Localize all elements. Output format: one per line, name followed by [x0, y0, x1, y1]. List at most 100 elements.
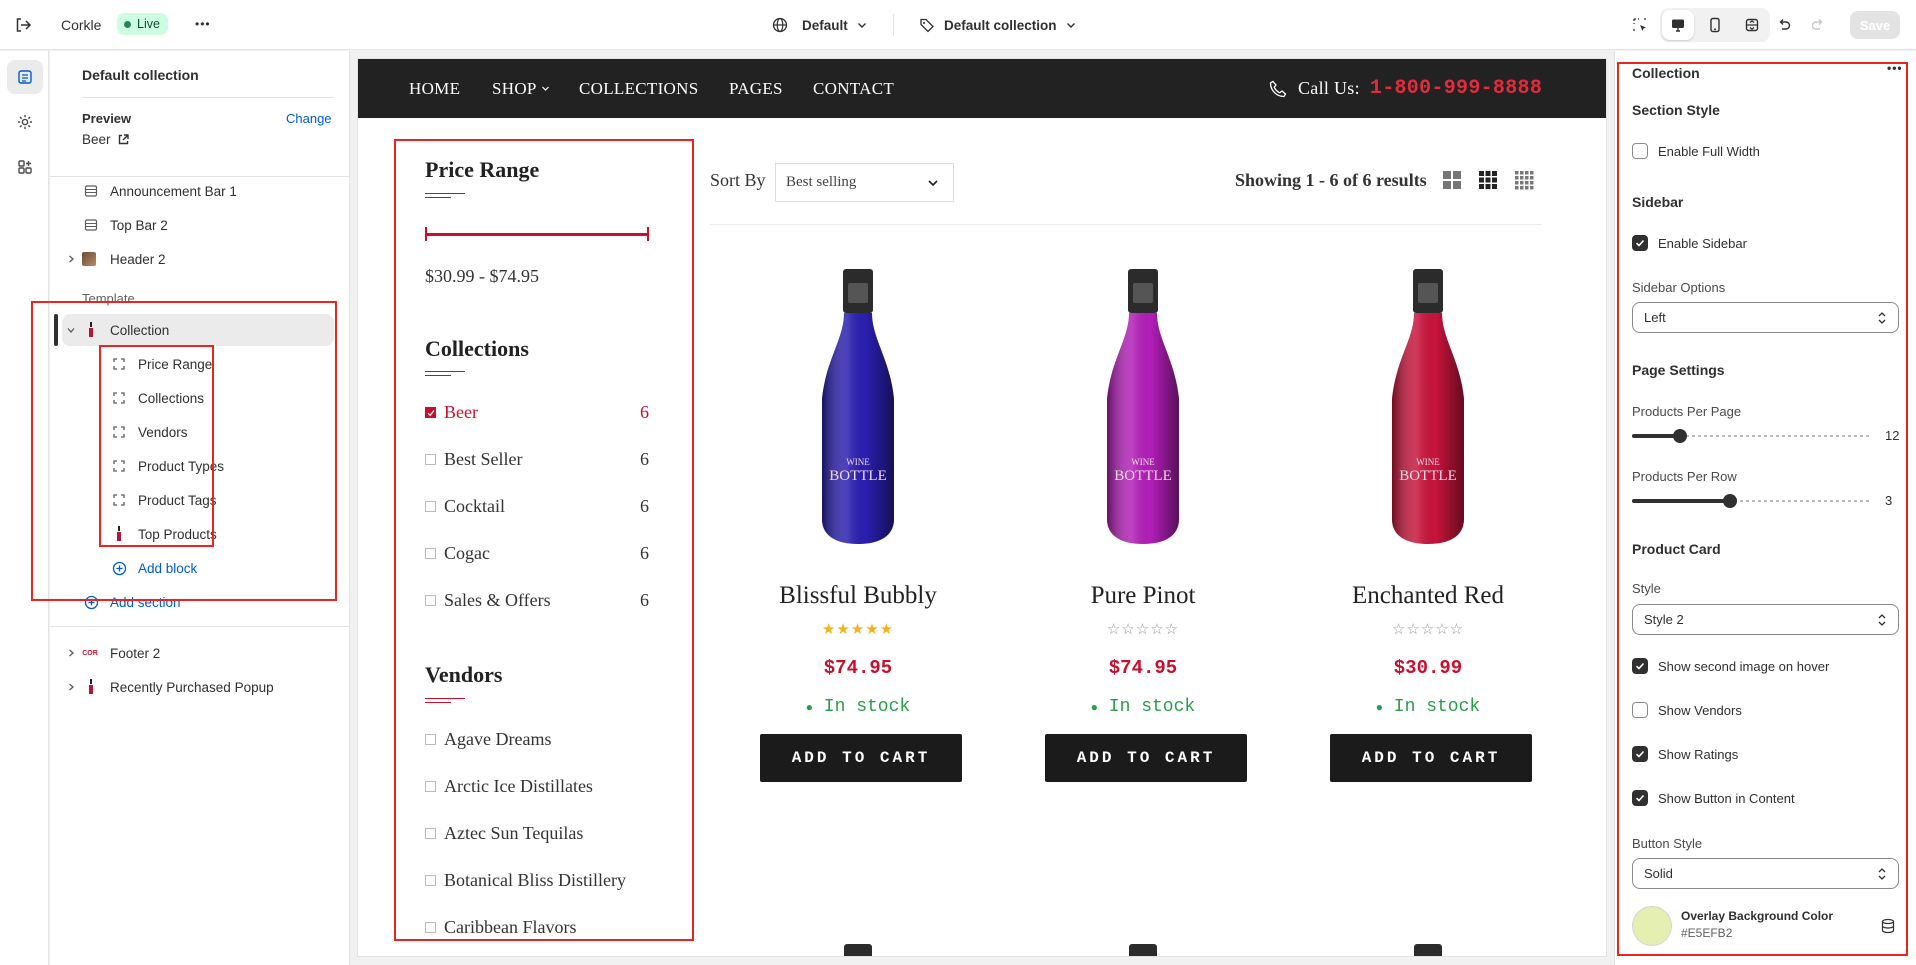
apps-nav-button[interactable] [7, 150, 43, 184]
add-to-cart-button[interactable]: ADD TO CART [760, 734, 962, 782]
add-to-cart-button[interactable]: ADD TO CART [1330, 734, 1532, 782]
inspector-icon[interactable] [1629, 14, 1651, 36]
product-card[interactable]: WINE BOTTLE Pure Pinot ☆☆☆☆☆ $74.95 ● In stoc… [1038, 269, 1248, 956]
star-icon: ☆ [1435, 621, 1450, 638]
star-icon: ★ [821, 621, 837, 638]
section-announcement-bar[interactable]: Announcement Bar 1 [62, 175, 384, 207]
stock-status-label: In stock [1108, 697, 1196, 717]
bottle-label-main: BOTTLE [829, 468, 887, 484]
star-icon: ☆ [1449, 621, 1465, 638]
section-top-bar[interactable]: Top Bar 2 [62, 209, 384, 241]
header-thumbnail-icon [82, 252, 96, 266]
theme-settings-nav-button[interactable] [7, 105, 43, 139]
preview-resource[interactable]: Beer [82, 132, 130, 147]
preview-change-link[interactable]: Change [286, 111, 332, 126]
phone-icon [1269, 80, 1287, 97]
sort-by-label: Sort By [710, 170, 766, 190]
grid-3-view-icon[interactable] [1478, 170, 1498, 190]
product-name[interactable]: Enchanted Red [1323, 582, 1533, 610]
rating-stars: ☆☆☆☆☆ [1038, 620, 1248, 638]
fullscreen-view-button[interactable] [1736, 10, 1768, 40]
section-footer[interactable]: COR Footer 2 [62, 637, 384, 669]
template-selector[interactable]: Default collection [919, 13, 1077, 37]
stock-dot-icon: ● [1375, 701, 1383, 715]
stock-dot-icon: ● [805, 701, 813, 715]
add-to-cart-button[interactable]: ADD TO CART [1045, 734, 1247, 782]
divider [82, 97, 334, 98]
annotation-highlight-sidebar [394, 139, 694, 941]
star-icon: ★ [879, 621, 895, 638]
nav-shop[interactable]: SHOP [492, 59, 550, 118]
section-label: Header 2 [110, 251, 166, 267]
nav-pages[interactable]: PAGES [729, 59, 783, 118]
stock-status: ● In stock [1323, 697, 1533, 717]
product-image[interactable]: WINE BOTTLE [808, 269, 908, 559]
theme-selector-label: Default [802, 17, 848, 33]
desktop-view-button[interactable] [1662, 10, 1694, 40]
next-row-product-image[interactable] [1414, 944, 1442, 956]
template-selector-label: Default collection [944, 17, 1057, 33]
product-card[interactable]: WINE BOTTLE Blissful Bubbly ★★★★★ $74.95 ● In… [753, 269, 963, 956]
save-button[interactable]: Save [1850, 11, 1900, 39]
section-label: Top Bar 2 [110, 217, 168, 233]
chevron-down-icon [541, 86, 549, 91]
phone-number: 1-800-999-8888 [1369, 77, 1543, 100]
star-icon: ☆ [1420, 621, 1436, 638]
status-badge-label: Live [137, 17, 160, 31]
chevron-right-icon[interactable] [62, 250, 80, 268]
next-row-product-image[interactable] [1129, 944, 1157, 956]
bottle-label-main: BOTTLE [1399, 468, 1457, 484]
stock-status-label: In stock [1393, 697, 1481, 717]
toolbar-divider [710, 224, 1542, 225]
live-dot-icon [124, 20, 131, 28]
footer-logo-icon: COR [82, 649, 98, 657]
divider [50, 626, 350, 627]
store-nav: HOME SHOP COLLECTIONS PAGES CONTACT Call… [358, 59, 1606, 118]
chevron-down-icon [1066, 23, 1075, 28]
call-us[interactable]: Call Us: 1-800-999-8888 [1268, 59, 1542, 118]
chevron-down-icon [857, 23, 866, 28]
rating-stars: ☆☆☆☆☆ [1323, 620, 1533, 638]
chevron-right-icon[interactable] [62, 644, 80, 662]
chevron-right-icon[interactable] [62, 678, 80, 696]
undo-icon [1779, 19, 1791, 30]
product-image[interactable]: WINE BOTTLE [1093, 269, 1193, 559]
product-card[interactable]: WINE BOTTLE Enchanted Red ☆☆☆☆☆ $30.99 ● In s… [1323, 269, 1533, 956]
more-actions-button[interactable]: ••• [195, 13, 211, 35]
tag-icon [920, 18, 934, 33]
exit-icon[interactable] [14, 14, 36, 36]
redo-button[interactable] [1806, 13, 1830, 37]
nav-contact[interactable]: CONTACT [813, 59, 894, 118]
grid-2-view-icon[interactable] [1442, 170, 1462, 190]
mobile-view-button[interactable] [1699, 10, 1731, 40]
theme-selector[interactable]: Default [772, 13, 868, 37]
section-recently-purchased-popup[interactable]: Recently Purchased Popup [62, 671, 384, 703]
next-row-product-image[interactable] [844, 944, 872, 956]
star-icon: ★ [836, 621, 851, 638]
preview-value: Beer [82, 132, 111, 147]
nav-collections[interactable]: COLLECTIONS [579, 59, 698, 118]
product-price: $74.95 [1108, 657, 1178, 679]
sections-nav-button[interactable] [7, 60, 43, 94]
nav-home[interactable]: HOME [409, 59, 460, 118]
desktop-icon [1672, 19, 1684, 32]
product-image[interactable]: WINE BOTTLE [1378, 269, 1478, 559]
undo-button[interactable] [1772, 13, 1796, 37]
product-name[interactable]: Pure Pinot [1038, 582, 1248, 610]
apps-icon [18, 160, 32, 174]
star-icon: ★ [865, 621, 880, 638]
grid-4-view-icon[interactable] [1514, 170, 1534, 190]
stock-dot-icon: ● [1090, 701, 1098, 715]
section-header[interactable]: Header 2 [62, 243, 384, 275]
stock-status: ● In stock [1038, 697, 1248, 717]
preview-label: Preview [82, 111, 132, 126]
redo-icon [1811, 19, 1823, 30]
sort-select[interactable]: Best selling [775, 163, 954, 202]
gear-icon [18, 115, 32, 129]
chevron-down-icon [928, 180, 938, 187]
product-name[interactable]: Blissful Bubbly [753, 582, 963, 610]
sections-icon [18, 70, 32, 84]
bottle-label-top: WINE [1416, 457, 1440, 467]
bottle-label-top: WINE [1131, 457, 1155, 467]
sort-select-value: Best selling [786, 174, 857, 190]
